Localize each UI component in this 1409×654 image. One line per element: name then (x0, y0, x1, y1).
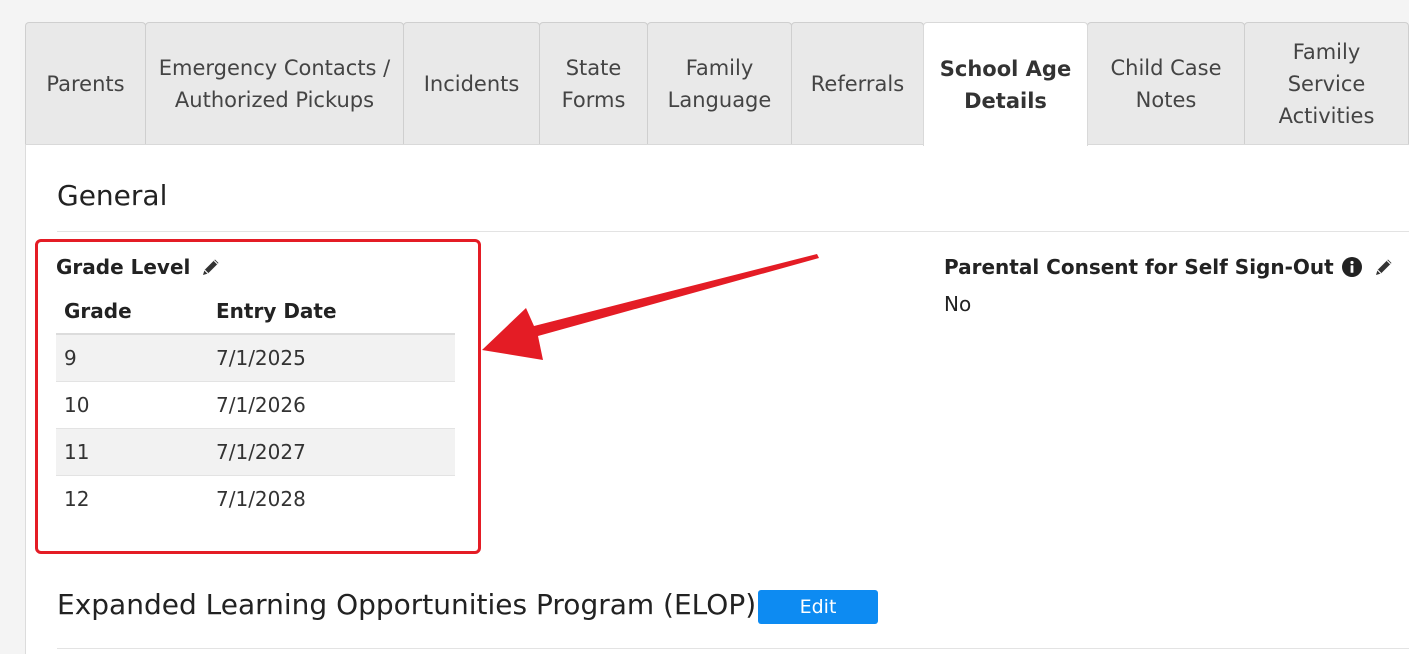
divider (57, 231, 1409, 232)
tab-label: Referrals (810, 72, 905, 96)
info-circle-icon[interactable] (1341, 256, 1363, 278)
tab-label: School Age Details (939, 56, 1072, 113)
tab-referrals[interactable]: Referrals (791, 22, 924, 145)
tab-label: State Forms (561, 56, 626, 112)
tab-emergency-contacts[interactable]: Emergency Contacts / Authorized Pickups (145, 22, 404, 145)
annotation-arrow (482, 254, 819, 360)
tab-label: Family Language (667, 56, 772, 112)
annotation-highlight-box (35, 239, 481, 554)
tab-label: Child Case Notes (1110, 56, 1222, 112)
parental-consent-value: No (944, 292, 972, 316)
tab-parents[interactable]: Parents (25, 22, 146, 145)
tab-label: Emergency Contacts / Authorized Pickups (158, 56, 391, 112)
section-title-general: General (57, 179, 168, 212)
tab-state-forms[interactable]: State Forms (539, 22, 648, 145)
section-title-elop: Expanded Learning Opportunities Program … (57, 588, 757, 621)
divider (57, 648, 1409, 649)
parental-consent-label: Parental Consent for Self Sign-Out (944, 255, 1334, 279)
tab-label: Incidents (423, 72, 520, 96)
tab-bar: Parents Emergency Contacts / Authorized … (0, 0, 1409, 146)
tab-child-case-notes[interactable]: Child Case Notes (1087, 22, 1245, 145)
tab-incidents[interactable]: Incidents (403, 22, 540, 145)
parental-consent-field: Parental Consent for Self Sign-Out (944, 255, 1395, 279)
elop-edit-button[interactable]: Edit (758, 590, 878, 624)
tab-family-service-activities[interactable]: Family Service Activities (1244, 22, 1409, 145)
tab-family-language[interactable]: Family Language (647, 22, 792, 145)
pencil-icon[interactable] (1373, 256, 1395, 278)
tab-school-age-details[interactable]: School Age Details (923, 22, 1088, 146)
tab-label: Family Service Activities (1278, 40, 1375, 128)
tab-label: Parents (46, 72, 125, 96)
